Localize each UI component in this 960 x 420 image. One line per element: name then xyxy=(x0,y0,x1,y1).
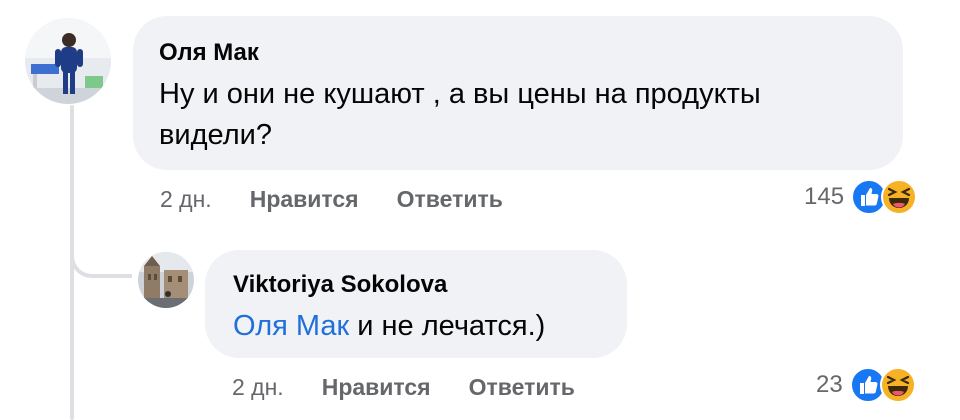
like-button[interactable]: Нравится xyxy=(250,186,359,213)
reactions-summary[interactable]: 145 xyxy=(804,178,918,216)
comment-time[interactable]: 2 дн. xyxy=(160,186,212,213)
avatar[interactable] xyxy=(138,252,194,308)
mention-link[interactable]: Оля Мак xyxy=(233,310,349,342)
reactions-summary[interactable]: 23 xyxy=(816,366,917,404)
reactions-count: 23 xyxy=(816,371,843,398)
avatar[interactable] xyxy=(25,18,111,104)
reply-time[interactable]: 2 дн. xyxy=(232,374,284,401)
reply-button[interactable]: Ответить xyxy=(397,186,503,213)
reply-text: и не лечатся.) xyxy=(349,310,546,342)
comment-text: Ну и они не кушают , а вы цены на продук… xyxy=(159,78,761,151)
reply-connector xyxy=(70,230,132,278)
reply-author[interactable]: Viktoriya Sokolova xyxy=(233,270,599,300)
reply-bubble: Viktoriya Sokolova Оля Мак и не лечатся.… xyxy=(205,250,627,358)
comment-bubble: Оля Мак Ну и они не кушают , а вы цены н… xyxy=(133,16,903,170)
haha-icon xyxy=(879,367,916,403)
reactions-count: 145 xyxy=(804,183,845,210)
reply-actions: 2 дн. Нравится Ответить xyxy=(232,374,575,401)
reply-text-line: Оля Мак и не лечатся.) xyxy=(233,306,599,347)
comment-actions: 2 дн. Нравится Ответить xyxy=(160,186,503,213)
reply-button[interactable]: Ответить xyxy=(469,374,575,401)
comment-author[interactable]: Оля Мак xyxy=(159,38,877,68)
haha-icon xyxy=(881,179,918,215)
like-button[interactable]: Нравится xyxy=(322,374,431,401)
